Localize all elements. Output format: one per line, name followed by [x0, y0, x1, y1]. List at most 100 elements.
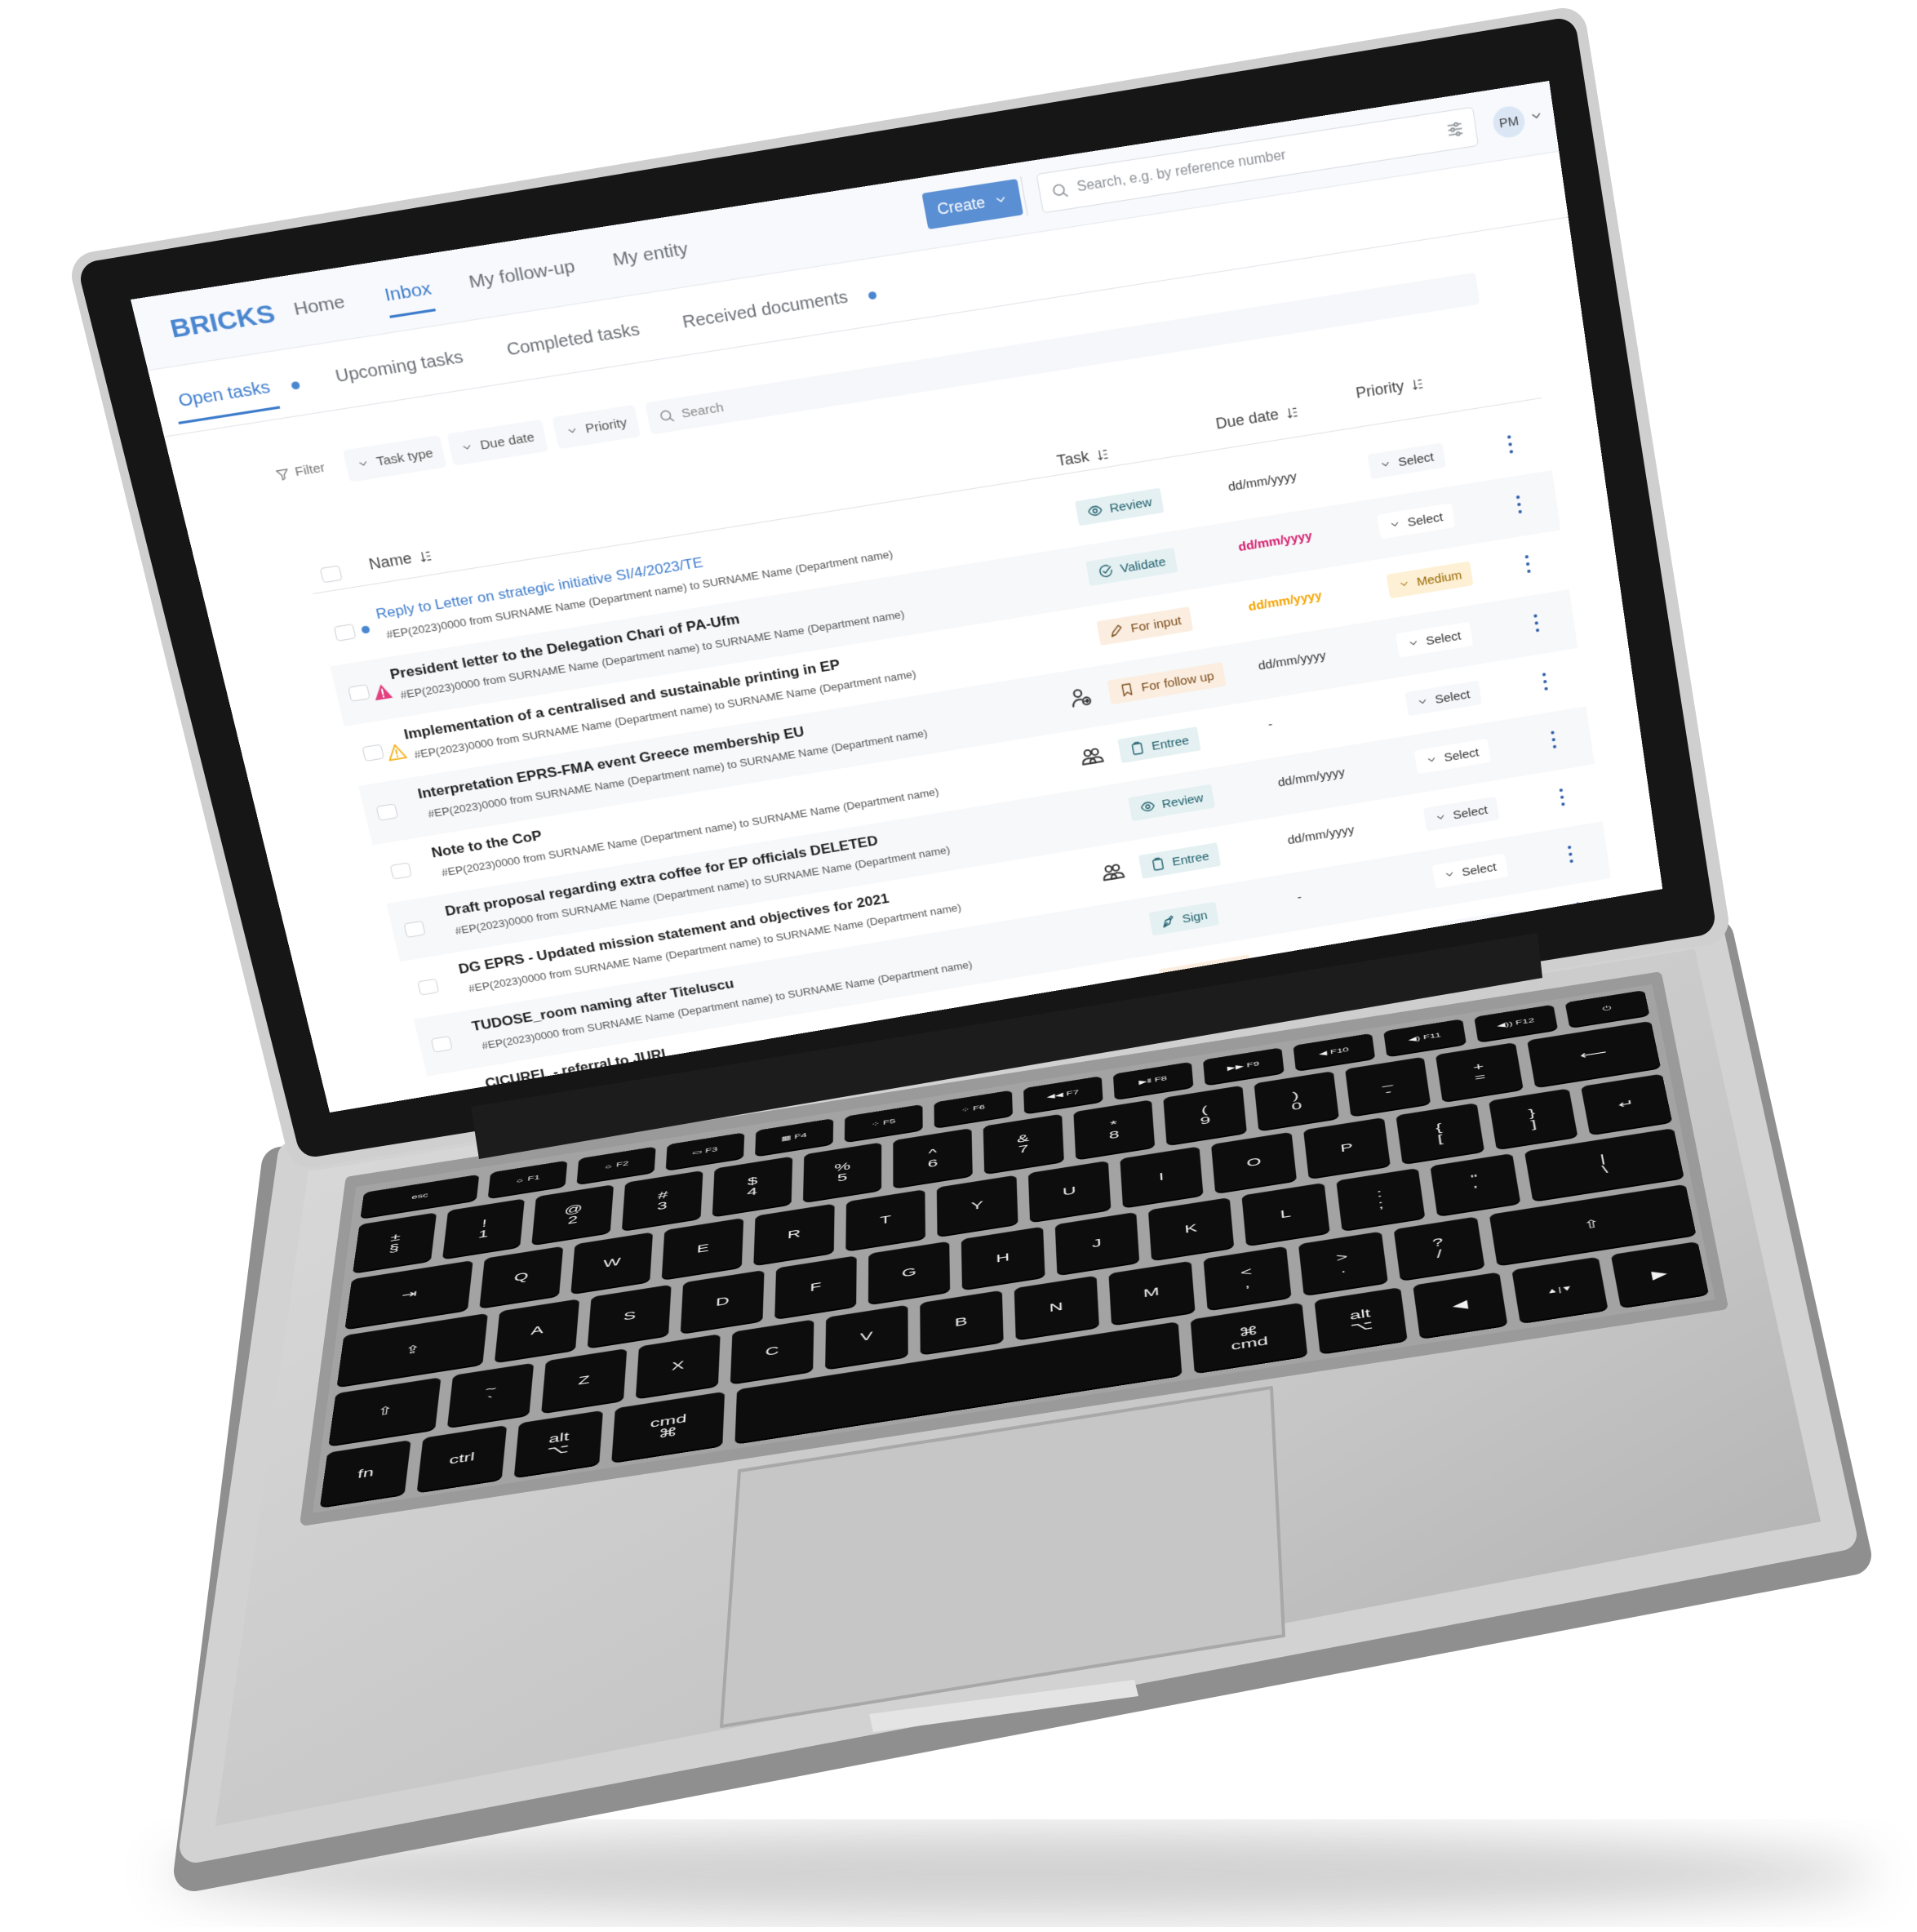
due-date: - — [1267, 717, 1274, 732]
priority-select[interactable]: Select — [1367, 442, 1446, 480]
subtab-completed-tasks[interactable]: Completed tasks — [505, 320, 641, 360]
key[interactable]: J — [1054, 1211, 1140, 1275]
key[interactable]: U — [1027, 1161, 1112, 1222]
key[interactable]: N — [1014, 1275, 1099, 1340]
task-type-filter[interactable]: Task type — [342, 435, 447, 482]
row-checkbox[interactable] — [362, 744, 385, 762]
key[interactable]: Q — [479, 1246, 563, 1308]
row-actions-menu[interactable] — [1505, 432, 1515, 457]
chevron-down-icon[interactable] — [1529, 108, 1544, 123]
row-checkbox[interactable] — [333, 624, 357, 642]
key[interactable]: ( 9 — [1163, 1085, 1247, 1145]
table-search-input[interactable]: Search — [645, 272, 1480, 435]
due-date: - — [1296, 890, 1303, 905]
assignee[interactable] — [1100, 859, 1126, 887]
key[interactable]: * 8 — [1072, 1099, 1156, 1160]
row-checkbox[interactable] — [403, 920, 426, 938]
row-actions-menu[interactable] — [1540, 669, 1550, 694]
row-checkbox[interactable] — [375, 803, 399, 821]
warning-outline-icon — [385, 742, 408, 762]
key[interactable]: E — [661, 1218, 744, 1280]
key[interactable]: " ' — [1430, 1153, 1521, 1216]
key[interactable]: H — [961, 1226, 1045, 1290]
key[interactable]: # 3 — [622, 1170, 703, 1231]
due-date-filter[interactable]: Due date — [446, 419, 548, 466]
key[interactable]: Z — [540, 1348, 627, 1413]
row-actions-menu[interactable] — [1549, 727, 1559, 752]
priority-select[interactable]: Medium — [1386, 561, 1474, 599]
row-actions-menu[interactable] — [1514, 492, 1524, 517]
chevron-down-icon — [992, 192, 1009, 207]
priority-label: Select — [1461, 859, 1498, 879]
key[interactable]: F — [774, 1255, 857, 1319]
key[interactable]: ⇧ — [328, 1377, 442, 1446]
key[interactable]: P — [1303, 1117, 1391, 1179]
key[interactable]: ? / — [1393, 1216, 1484, 1281]
key[interactable]: Y — [937, 1175, 1018, 1237]
priority-select[interactable]: Select — [1422, 796, 1500, 832]
key[interactable]: L — [1241, 1182, 1330, 1246]
key[interactable]: $ 4 — [712, 1156, 792, 1217]
row-actions-menu[interactable] — [1523, 552, 1533, 577]
key[interactable]: X — [635, 1333, 721, 1399]
key[interactable]: I — [1120, 1146, 1204, 1207]
priority-select[interactable]: Select — [1396, 621, 1473, 658]
priority-select[interactable]: Select — [1431, 853, 1508, 889]
key[interactable]: { [ — [1396, 1103, 1484, 1164]
subtab-upcoming-tasks[interactable]: Upcoming tasks — [334, 348, 465, 387]
key[interactable]: : ; — [1335, 1167, 1426, 1231]
key[interactable]: ^ 6 — [893, 1128, 973, 1188]
person-forward-icon — [1068, 685, 1094, 709]
task-type-label: Entree — [1150, 733, 1191, 753]
column-header-name[interactable]: Name — [367, 546, 435, 574]
row-checkbox[interactable] — [348, 684, 371, 702]
key[interactable]: _ - — [1344, 1056, 1431, 1117]
key[interactable]: @ 2 — [531, 1184, 615, 1245]
key[interactable]: ~ ` — [446, 1362, 534, 1428]
sliders-icon[interactable] — [1444, 118, 1467, 140]
key[interactable]: & 7 — [983, 1113, 1064, 1174]
key[interactable]: V — [824, 1304, 908, 1370]
key[interactable]: K — [1147, 1197, 1235, 1260]
assignee[interactable] — [1079, 744, 1105, 771]
row-checkbox[interactable] — [417, 978, 440, 996]
row-actions-menu[interactable] — [1565, 842, 1575, 867]
key[interactable]: ! 1 — [442, 1198, 526, 1259]
select-all-checkbox[interactable] — [319, 565, 343, 584]
key[interactable]: G — [868, 1241, 951, 1304]
subtab-open-tasks[interactable]: Open tasks — [176, 378, 272, 411]
row-checkbox[interactable] — [389, 862, 412, 880]
key[interactable]: % 5 — [802, 1142, 882, 1202]
key[interactable]: > . — [1298, 1231, 1388, 1295]
assignee[interactable] — [1068, 685, 1094, 713]
key[interactable]: B — [919, 1290, 1004, 1355]
priority-select[interactable]: Select — [1404, 680, 1482, 717]
subtab-received-documents[interactable]: Received documents — [681, 288, 850, 333]
key[interactable]: C — [730, 1319, 814, 1384]
key[interactable]: A — [494, 1299, 580, 1362]
key[interactable]: < , — [1203, 1246, 1292, 1310]
row-checkbox[interactable] — [430, 1035, 453, 1053]
priority-select[interactable]: Select — [1377, 503, 1455, 540]
key[interactable]: D — [681, 1269, 765, 1333]
key[interactable]: ↵ — [1581, 1073, 1672, 1135]
key[interactable]: W — [570, 1232, 654, 1294]
row-actions-menu[interactable] — [1532, 611, 1542, 636]
key[interactable]: } ] — [1488, 1088, 1578, 1149]
key[interactable]: T — [845, 1189, 926, 1251]
key[interactable]: M — [1108, 1260, 1196, 1326]
key[interactable]: R — [753, 1203, 835, 1265]
key[interactable]: + = — [1436, 1042, 1524, 1102]
priority-select[interactable]: Select — [1413, 738, 1491, 775]
key[interactable]: S — [587, 1284, 672, 1348]
priority-label: Select — [1452, 802, 1489, 822]
column-header-task[interactable]: Task — [1055, 445, 1111, 470]
key[interactable]: O — [1211, 1131, 1298, 1193]
filter-button[interactable]: Filter — [274, 460, 326, 482]
key[interactable]: ± § — [353, 1212, 437, 1273]
column-header-due-date[interactable]: Due date — [1214, 402, 1301, 433]
row-actions-menu[interactable] — [1557, 785, 1567, 810]
priority-filter[interactable]: Priority — [552, 404, 641, 450]
key[interactable]: ) 0 — [1254, 1071, 1339, 1130]
column-header-priority[interactable]: Priority — [1355, 374, 1426, 402]
